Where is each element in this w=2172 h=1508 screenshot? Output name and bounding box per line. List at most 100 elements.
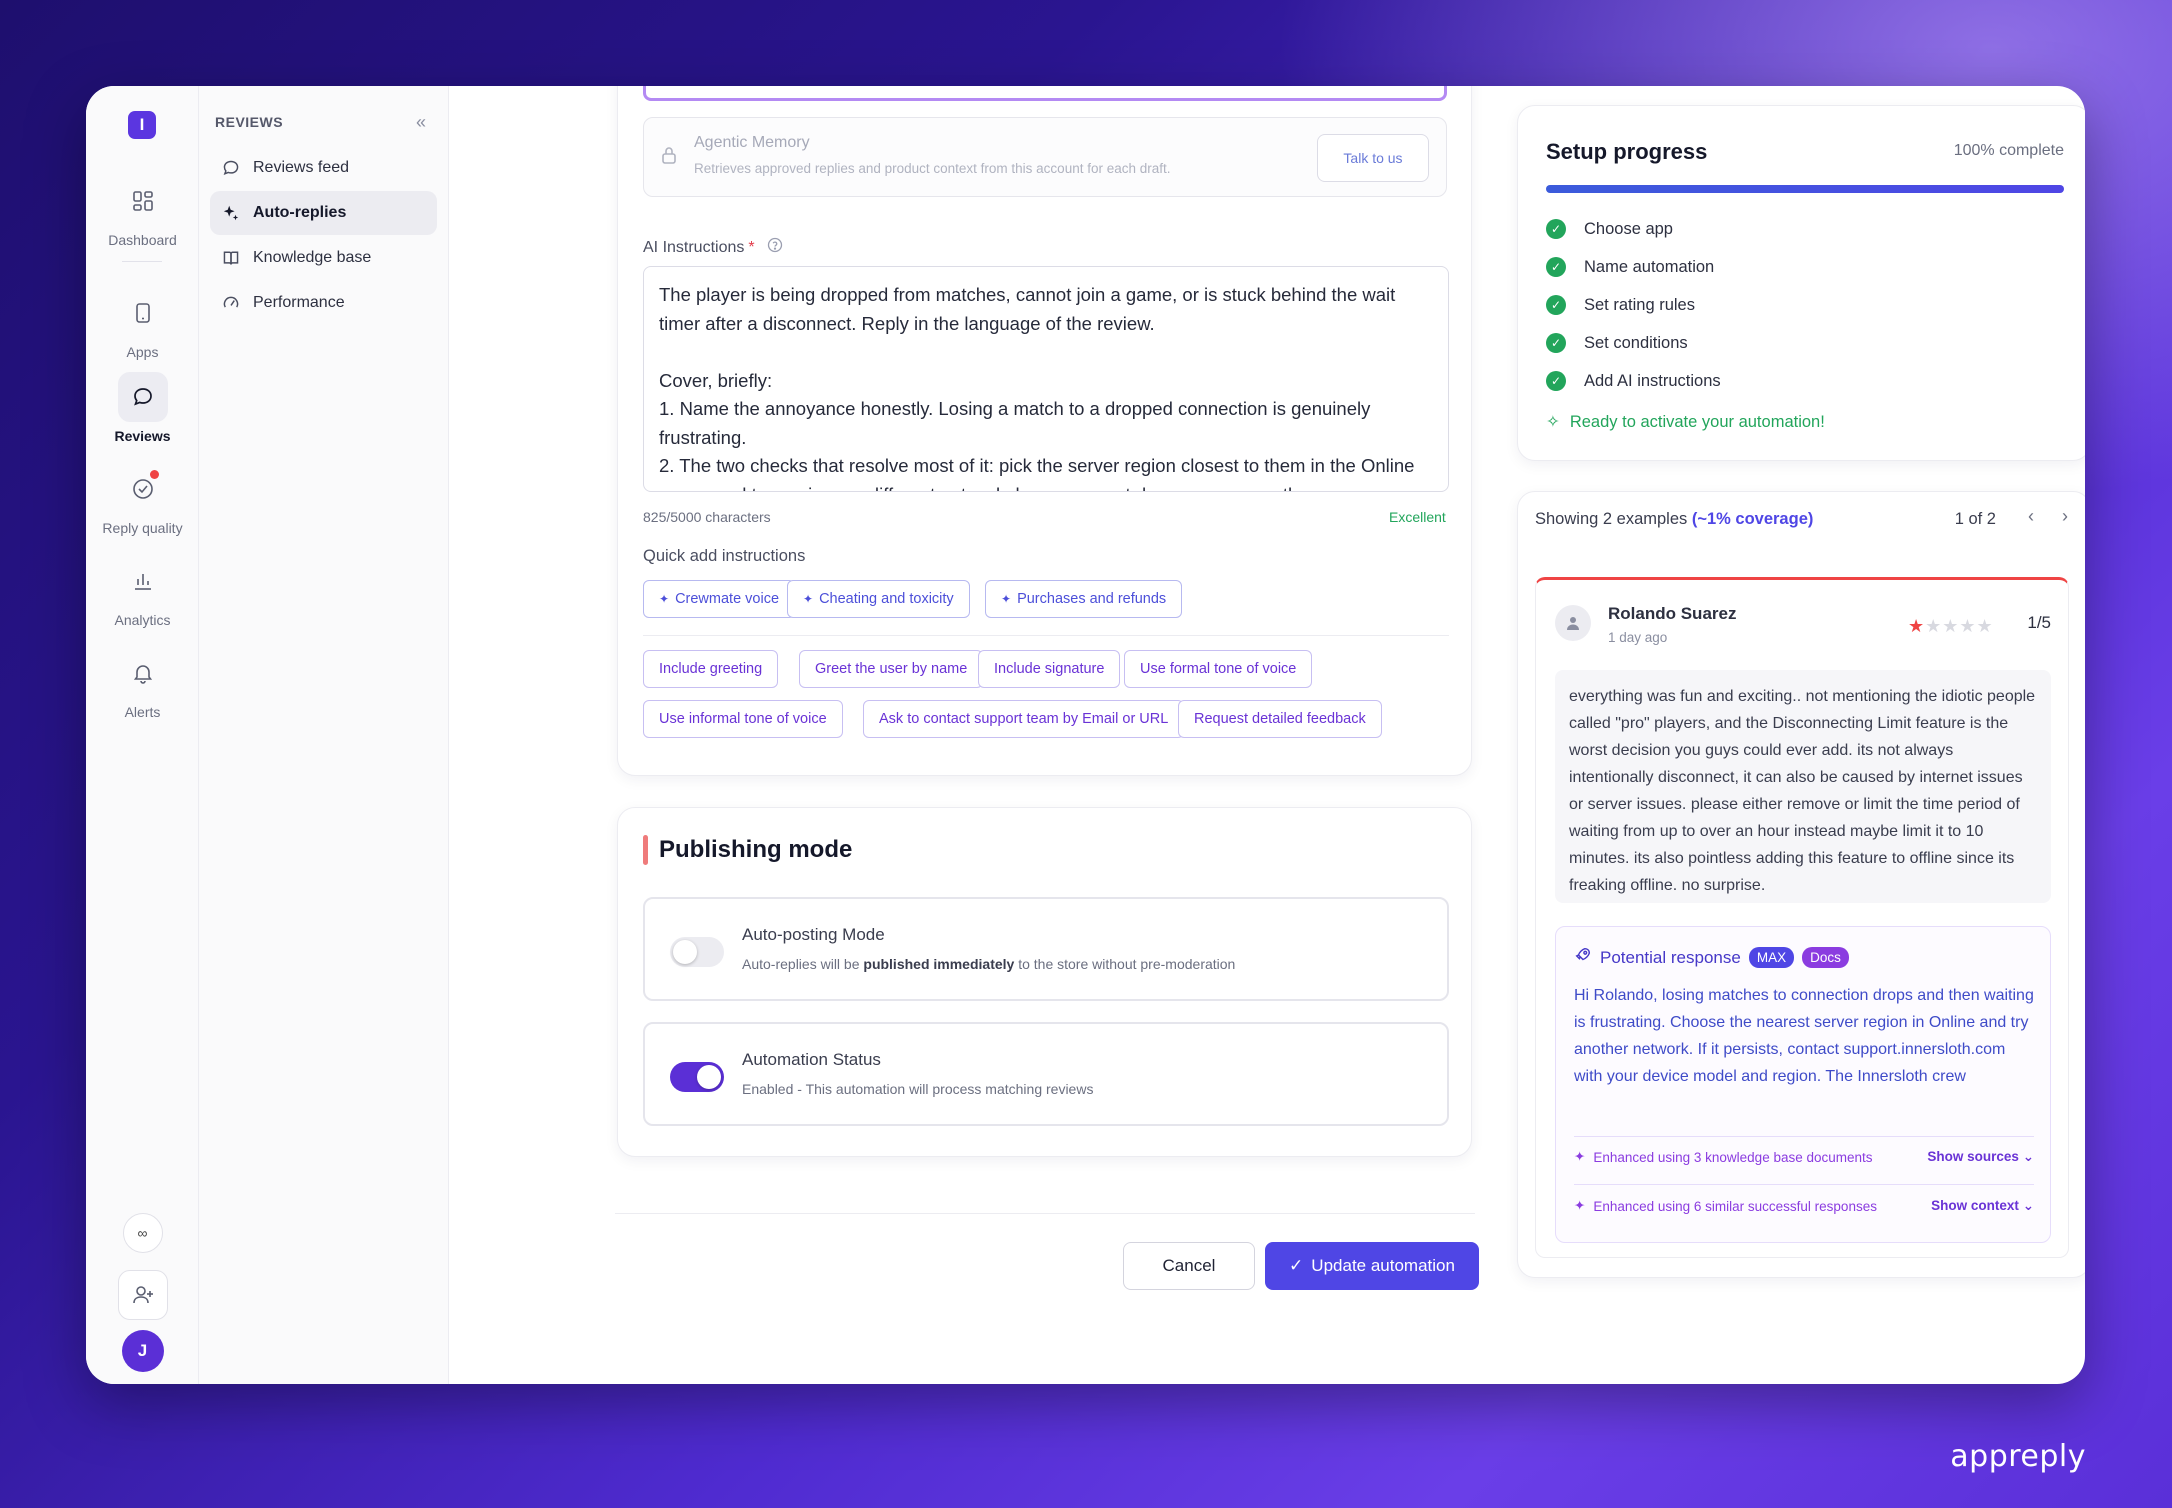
quick-add-label: Quick add instructions [643, 547, 806, 565]
rail-infinity-wrap: ∞ [86, 1213, 199, 1253]
check-icon: ✓ [1546, 257, 1566, 277]
response-divider [1574, 1136, 2034, 1137]
collapse-icon[interactable]: « [416, 112, 426, 133]
sidebar-item-label: Reviews feed [253, 159, 350, 176]
phone-icon [118, 288, 168, 338]
setup-progress-percent: 100% complete [1953, 142, 2064, 159]
docs-badge: Docs [1802, 947, 1849, 968]
automation-status-title: Automation Status [742, 1050, 881, 1069]
update-automation-button[interactable]: ✓ Update automation [1265, 1242, 1479, 1290]
potential-response: Potential response MAX Docs Hi Rolando, … [1555, 926, 2051, 1243]
chevron-left-icon[interactable]: ‹ [2028, 506, 2034, 527]
setup-progress-card: Setup progress 100% complete ✓ Choose app… [1517, 105, 2085, 461]
reviews-sidebar: REVIEWS « Reviews feed Auto-replies Know… [199, 86, 449, 1384]
memory-title: Agentic Memory [694, 134, 810, 151]
user-avatar[interactable]: J [121, 1330, 164, 1372]
quality-indicator: Excellent [1389, 509, 1446, 525]
sparkle-icon: ✦ [803, 592, 814, 606]
rail-divider [122, 261, 162, 262]
gauge-icon [222, 294, 242, 312]
chip-include-greeting[interactable]: Include greeting [643, 650, 779, 688]
character-counter: 825/5000 characters [643, 509, 771, 525]
sidebar-item-reviews-feed[interactable]: Reviews feed [210, 146, 437, 190]
sparkle-icon: ✦ [659, 592, 670, 606]
automation-status-toggle[interactable] [670, 1062, 724, 1092]
rail-item-apps[interactable]: Apps [86, 288, 199, 360]
ai-instructions-text: AI Instructions [643, 238, 745, 256]
add-user-icon[interactable] [117, 1270, 168, 1320]
sidebar-item-performance[interactable]: Performance [210, 281, 437, 325]
chat-bubble-icon [222, 159, 242, 177]
sidebar-item-auto-replies[interactable]: Auto-replies [210, 191, 437, 235]
show-sources-button[interactable]: Show sources ⌄ [1927, 1149, 2034, 1165]
quick-add-chip-crewmate-voice[interactable]: ✦ Crewmate voice [643, 580, 796, 618]
setup-progress-bar [1546, 185, 2064, 193]
response-divider [1574, 1184, 2034, 1185]
review-author: Rolando Suarez [1608, 604, 1737, 623]
response-text: Hi Rolando, losing matches to connection… [1574, 987, 2034, 1085]
chip-formal-tone[interactable]: Use formal tone of voice [1124, 650, 1313, 688]
bell-icon [118, 648, 168, 698]
memory-description: Retrieves approved replies and product c… [694, 161, 1171, 176]
talk-to-us-button[interactable]: Talk to us [1317, 134, 1429, 182]
rating-value: 1/5 [2027, 613, 2051, 632]
chip-label: Purchases and refunds [1017, 591, 1167, 607]
potential-response-title: Potential response MAX Docs [1574, 946, 1849, 969]
rail-item-dashboard[interactable]: Dashboard [86, 176, 199, 248]
publishing-title-text: Publishing mode [659, 836, 853, 863]
chip-detailed-feedback[interactable]: Request detailed feedback [1178, 700, 1382, 738]
focused-field-edge [643, 86, 1447, 101]
auto-posting-description: Auto-replies will be published immediate… [742, 956, 1236, 972]
title-accent-bar [643, 835, 648, 865]
icon-rail: I Dashboard Apps Reviews Reply quality A… [86, 86, 199, 1384]
ai-instructions-textarea[interactable]: The player is being dropped from matches… [643, 266, 1449, 492]
rail-item-alerts[interactable]: Alerts [86, 648, 199, 720]
ai-instructions-label: AI Instructions * [643, 237, 783, 258]
check-icon: ✓ [1546, 219, 1566, 239]
notification-dot [149, 470, 159, 479]
chip-informal-tone[interactable]: Use informal tone of voice [643, 700, 843, 738]
check-icon: ✓ [1546, 371, 1566, 391]
required-mark: * [748, 238, 755, 256]
auto-posting-toggle[interactable] [670, 937, 724, 967]
update-label: Update automation [1311, 1256, 1455, 1275]
main-content: Agentic Memory Retrieves approved replie… [449, 86, 2085, 1384]
rail-item-reviews[interactable]: Reviews [86, 372, 199, 444]
chip-greet-by-name[interactable]: Greet the user by name [799, 650, 984, 688]
rail-item-reply-quality[interactable]: Reply quality [86, 464, 199, 536]
chip-label: Crewmate voice [675, 591, 780, 607]
rail-item-analytics[interactable]: Analytics [86, 556, 199, 628]
automation-status-description: Enabled - This automation will process m… [742, 1081, 1094, 1097]
rail-label: Analytics [114, 612, 171, 628]
examples-header: Showing 2 examples (~1% coverage) [1535, 510, 1814, 528]
auto-posting-box: Auto-posting Mode Auto-replies will be p… [643, 897, 1449, 1001]
publishing-mode-card: Publishing mode Auto-posting Mode Auto-r… [617, 807, 1472, 1157]
star-rating: ★★★★★ [1908, 616, 1994, 636]
cancel-button[interactable]: Cancel [1123, 1242, 1255, 1290]
footer-divider [615, 1213, 1475, 1214]
quick-add-chip-cheating[interactable]: ✦ Cheating and toxicity [787, 580, 970, 618]
brand-logo: appreply [1950, 1439, 2086, 1474]
automation-status-box: Automation Status Enabled - This automat… [643, 1022, 1449, 1126]
show-context-button[interactable]: Show context ⌄ [1931, 1198, 2034, 1214]
enhanced-kb-row: ✦ Enhanced using 3 knowledge base documen… [1574, 1149, 2034, 1165]
toggle-knob [697, 1065, 721, 1089]
rail-label: Reviews [114, 428, 171, 444]
instructions-card: Agentic Memory Retrieves approved replie… [617, 86, 1472, 776]
sidebar-item-label: Performance [253, 294, 345, 311]
user-icon [1555, 605, 1591, 641]
rail-label: Reply quality [102, 520, 183, 536]
chip-contact-support[interactable]: Ask to contact support team by Email or … [863, 700, 1185, 738]
infinity-button[interactable]: ∞ [122, 1213, 163, 1253]
sparkle-icon: ✦ [1001, 592, 1012, 606]
help-icon[interactable] [767, 237, 783, 258]
quick-add-chip-purchases[interactable]: ✦ Purchases and refunds [985, 580, 1183, 618]
sidebar-item-knowledge-base[interactable]: Knowledge base [210, 236, 437, 280]
chip-label: Cheating and toxicity [819, 591, 954, 607]
chevron-right-icon[interactable]: › [2062, 506, 2068, 527]
workspace-logo[interactable]: I [128, 111, 156, 139]
review-card: Rolando Suarez 1 day ago ★★★★★ 1/5 every… [1535, 577, 2069, 1258]
chip-include-signature[interactable]: Include signature [978, 650, 1121, 688]
setup-step: ✓ Set conditions [1546, 333, 1688, 353]
check-circle-icon [118, 464, 168, 514]
